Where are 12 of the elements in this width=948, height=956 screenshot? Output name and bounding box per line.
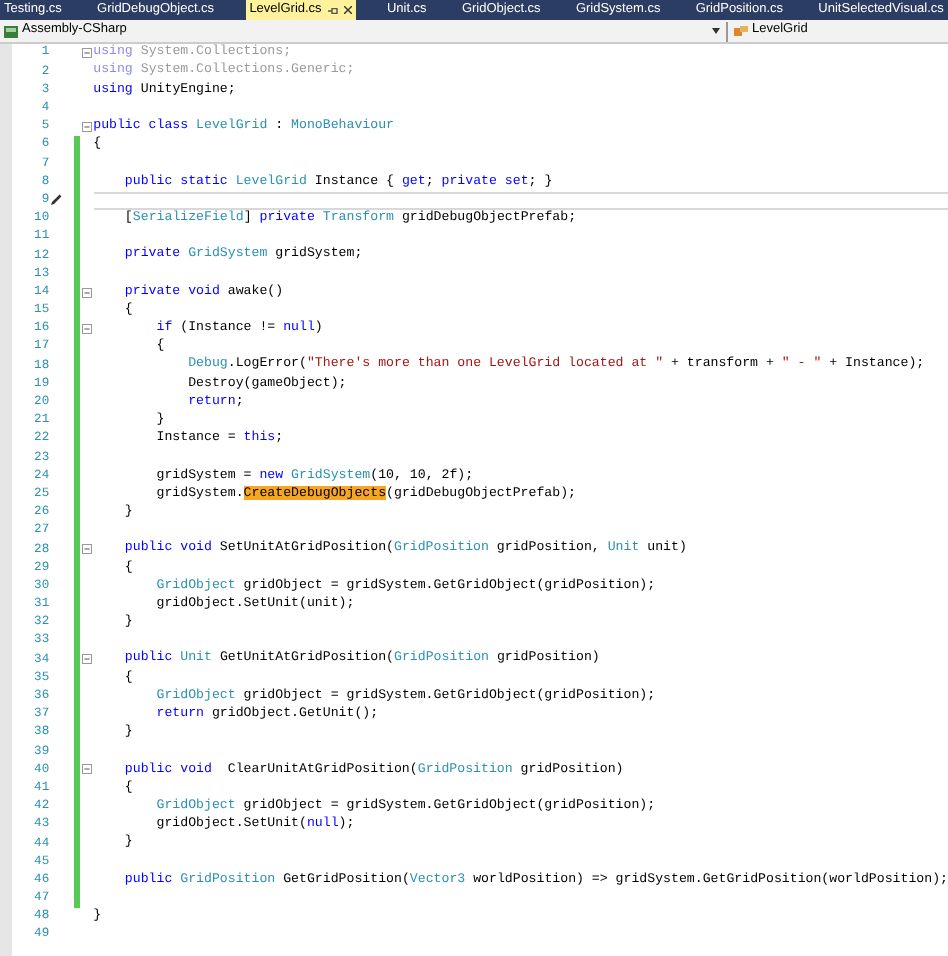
collapse-icon[interactable] [81, 121, 92, 132]
collapse-icon[interactable] [81, 48, 92, 59]
collapse-icon[interactable] [81, 764, 92, 775]
collapse-icon[interactable] [81, 544, 92, 555]
project-icon [4, 25, 18, 37]
collapse-icon[interactable] [81, 323, 92, 334]
collapse-icon[interactable] [81, 654, 92, 665]
pin-icon[interactable] [327, 7, 338, 13]
dropdown-arrow-icon[interactable] [712, 28, 720, 34]
class-icon [734, 25, 748, 37]
collapse-icon[interactable] [81, 287, 92, 298]
close-icon[interactable] [343, 6, 352, 14]
